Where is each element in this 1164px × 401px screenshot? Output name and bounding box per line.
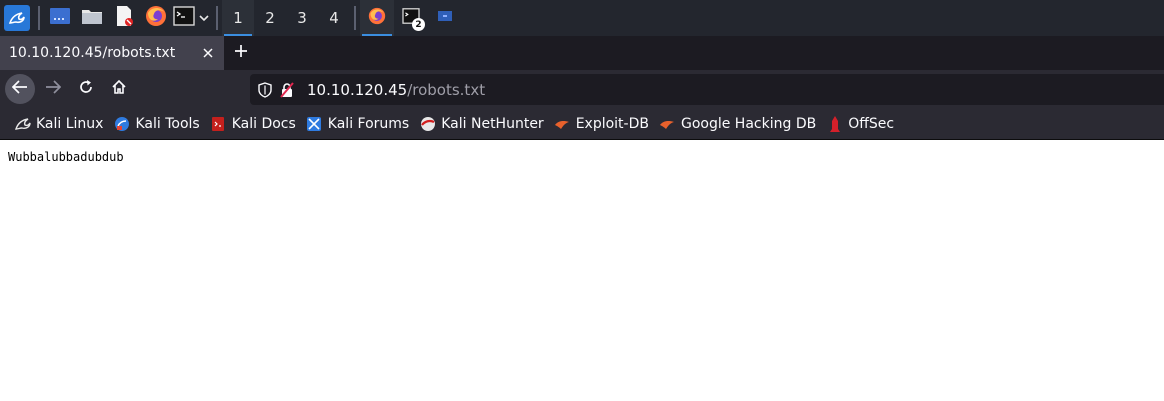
applications-menu-button[interactable] (0, 0, 34, 36)
url-host: 10.10.120.45 (307, 80, 408, 99)
back-button[interactable] (5, 74, 35, 104)
bookmark-label: Kali Linux (36, 115, 104, 132)
kali-docs-icon (210, 115, 227, 132)
bookmark-label: Kali Tools (135, 115, 200, 132)
taskbar-terminal-group[interactable]: 2 (394, 0, 428, 36)
panel-separator (38, 6, 40, 30)
workspace-1[interactable]: 1 (222, 0, 254, 36)
ghdb-icon (659, 115, 676, 132)
bookmark-label: Kali Forums (327, 115, 410, 132)
bookmark-kali-forums[interactable]: Kali Forums (302, 110, 413, 138)
bookmark-label: Exploit-DB (575, 115, 649, 132)
terminal-launcher[interactable] (172, 0, 196, 36)
workspace-label: 3 (297, 9, 307, 27)
new-tab-button[interactable] (224, 36, 258, 70)
bookmark-exploit-db[interactable]: Exploit-DB (550, 110, 653, 138)
url-bar[interactable]: 10.10.120.45/robots.txt (250, 74, 1164, 105)
tab-strip: 10.10.120.45/robots.txt (0, 36, 1164, 70)
bookmark-label: Kali NetHunter (441, 115, 544, 132)
kali-dragon-icon (14, 115, 31, 132)
robots-txt-text: Wubbalubbadubdub (8, 150, 124, 164)
kali-tools-icon (113, 115, 130, 132)
forward-button[interactable] (38, 74, 68, 104)
workspace-label: 4 (329, 9, 339, 27)
desktop-icon (49, 7, 71, 29)
kali-forums-icon (306, 115, 323, 132)
url-path: /robots.txt (407, 80, 486, 99)
bookmarks-toolbar: Kali Linux Kali Tools Kali Docs Kali For… (0, 108, 1164, 140)
workspace-label: 2 (265, 9, 275, 27)
offsec-icon (826, 115, 843, 132)
taskbar-window[interactable] (428, 0, 462, 36)
close-tab-icon[interactable] (200, 45, 216, 61)
text-editor-icon (114, 5, 134, 31)
file-manager-launcher[interactable] (76, 0, 108, 36)
home-icon (111, 79, 127, 99)
chevron-down-icon (199, 10, 209, 26)
panel-separator (354, 6, 356, 30)
file-manager-icon (81, 7, 103, 29)
bookmark-kali-linux[interactable]: Kali Linux (10, 110, 107, 138)
reload-button[interactable] (71, 74, 101, 104)
window-icon (437, 10, 453, 26)
window-count-badge: 2 (412, 18, 425, 31)
desktop-panel: 1 2 3 4 2 (0, 0, 1164, 36)
home-button[interactable] (104, 74, 134, 104)
arrow-left-icon (11, 80, 28, 98)
workspace-3[interactable]: 3 (286, 0, 318, 36)
taskbar-firefox-window[interactable] (360, 0, 394, 36)
firefox-icon (368, 7, 386, 29)
reload-icon (78, 79, 94, 99)
bookmark-label: Google Hacking DB (680, 115, 817, 132)
plus-icon (234, 44, 248, 62)
page-content: Wubbalubbadubdub (0, 141, 1164, 401)
tab-title: 10.10.120.45/robots.txt (9, 45, 176, 61)
url-text: 10.10.120.45/robots.txt (307, 81, 485, 99)
bookmark-kali-nethunter[interactable]: Kali NetHunter (415, 110, 547, 138)
tab-robots-txt[interactable]: 10.10.120.45/robots.txt (0, 36, 224, 70)
bookmark-kali-tools[interactable]: Kali Tools (109, 110, 203, 138)
insecure-connection-icon[interactable] (276, 74, 298, 105)
bookmark-kali-docs[interactable]: Kali Docs (206, 110, 300, 138)
show-desktop-launcher[interactable] (44, 0, 76, 36)
nethunter-icon (419, 115, 436, 132)
workspace-label: 1 (233, 9, 243, 27)
navigation-toolbar: 10.10.120.45/robots.txt (0, 70, 1164, 108)
bookmark-label: OffSec (848, 115, 895, 132)
arrow-right-icon (45, 80, 62, 98)
panel-separator (216, 6, 218, 30)
exploit-db-icon (554, 115, 571, 132)
workspace-2[interactable]: 2 (254, 0, 286, 36)
kali-dragon-icon (4, 5, 30, 31)
tracking-protection-shield-icon[interactable] (254, 74, 276, 105)
terminal-dropdown-button[interactable] (196, 0, 212, 36)
bookmark-google-hacking-db[interactable]: Google Hacking DB (655, 110, 820, 138)
bookmark-offsec[interactable]: OffSec (822, 110, 898, 138)
terminal-icon (173, 6, 195, 30)
bookmark-label: Kali Docs (231, 115, 296, 132)
workspace-4[interactable]: 4 (318, 0, 350, 36)
firefox-launcher[interactable] (140, 0, 172, 36)
text-editor-launcher[interactable] (108, 0, 140, 36)
firefox-icon (145, 5, 167, 31)
